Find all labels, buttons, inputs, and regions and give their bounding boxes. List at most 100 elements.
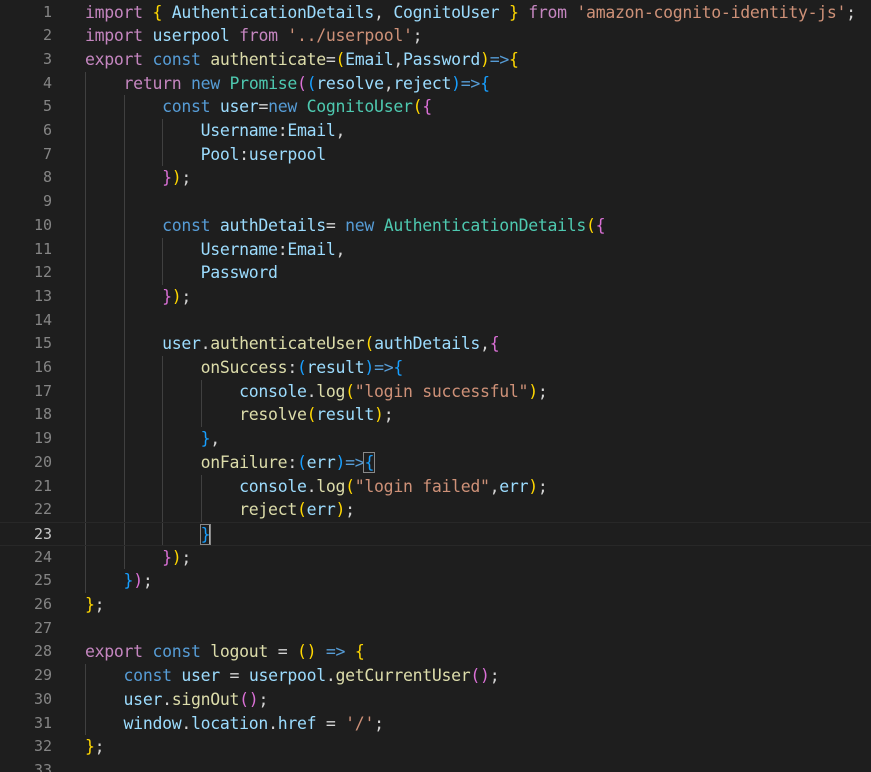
code-text[interactable]: import userpool from '../userpool'; (85, 24, 423, 48)
code-line[interactable]: 26}; (0, 593, 871, 617)
code-text[interactable]: return new Promise((resolve,reject)=>{ (85, 72, 490, 96)
code-text[interactable]: }); (85, 166, 191, 190)
code-text[interactable]: }; (85, 593, 105, 617)
code-line[interactable]: 29 const user = userpool.getCurrentUser(… (0, 664, 871, 688)
code-line[interactable]: 27 (0, 617, 871, 641)
code-editor[interactable]: 1 import { AuthenticationDetails, Cognito… (0, 0, 871, 772)
code-text[interactable]: console.log("login successful"); (85, 380, 548, 404)
code-line[interactable]: 21 console.log("login failed",err); (0, 475, 871, 499)
code-line[interactable]: 4 return new Promise((resolve,reject)=>{ (0, 72, 871, 96)
code-line[interactable]: 31 window.location.href = '/'; (0, 712, 871, 736)
code-token: Pool (200, 144, 240, 164)
code-line[interactable]: 6 Username:Email, (0, 119, 871, 143)
code-token: ( (364, 334, 375, 354)
code-token: ; (345, 500, 355, 520)
line-number: 32 (33, 737, 52, 756)
code-line[interactable]: 14 (0, 309, 871, 333)
code-text[interactable]: } (85, 523, 212, 547)
code-text[interactable]: user.authenticateUser(authDetails,{ (85, 332, 500, 356)
code-line[interactable]: 8 }); (0, 166, 871, 190)
code-token: onSuccess (200, 358, 288, 377)
code-text[interactable]: window.location.href = '/'; (85, 712, 384, 736)
code-text[interactable]: const authDetails= new AuthenticationDet… (85, 214, 606, 238)
code-token: onFailure (200, 452, 288, 472)
code-text[interactable]: Username:Email, (85, 119, 346, 143)
code-line[interactable]: 32}; (0, 735, 871, 759)
line-number: 16 (33, 358, 52, 376)
code-text[interactable]: Username:Email, (85, 238, 346, 262)
code-line[interactable]: 1 import { AuthenticationDetails, Cognito… (0, 1, 871, 25)
code-text[interactable]: }, (85, 427, 221, 451)
code-text[interactable]: }); (85, 569, 153, 593)
code-text[interactable]: import { AuthenticationDetails, CognitoU… (85, 1, 856, 25)
code-line[interactable]: 11 Username:Email, (0, 238, 871, 262)
code-line[interactable]: 22 reject(err); (0, 498, 871, 522)
code-token: = (268, 642, 297, 662)
code-line[interactable]: 20 onFailure:(err)=>{ (0, 451, 871, 475)
code-token: ; (181, 168, 191, 188)
code-line[interactable]: 7 Pool:userpool (0, 143, 871, 167)
code-token: = (325, 49, 336, 69)
code-text[interactable]: onFailure:(err)=>{ (85, 451, 376, 475)
code-text[interactable]: resolve(result); (85, 403, 393, 427)
code-line[interactable]: 18 resolve(result); (0, 403, 871, 427)
code-token: result (316, 405, 375, 425)
code-token: , (383, 73, 394, 93)
code-token: . (162, 689, 172, 709)
line-number: 31 (33, 713, 52, 732)
code-line[interactable]: 3 export const authenticate=(Email,Passwo… (0, 48, 871, 72)
code-text[interactable]: export const authenticate=(Email,Passwor… (85, 48, 519, 72)
code-line[interactable]: 33 (0, 759, 871, 772)
code-line[interactable]: 13 }); (0, 285, 871, 309)
code-token: = (316, 713, 346, 733)
code-text[interactable]: reject(err); (85, 498, 355, 522)
code-text[interactable]: const user=new CognitoUser({ (85, 95, 432, 119)
code-line[interactable]: 24 }); (0, 546, 871, 570)
code-token: { (152, 2, 163, 22)
code-line[interactable]: 28 export const logout = () => { (0, 640, 871, 664)
code-line[interactable]: 30 user.signOut(); (0, 688, 871, 712)
code-token: { (393, 358, 403, 377)
code-token: new (268, 97, 297, 117)
code-line[interactable]: 19 }, (0, 427, 871, 451)
code-text[interactable]: export const logout = () => { (85, 640, 365, 664)
code-text[interactable]: Password (85, 261, 278, 285)
code-token: ; (181, 547, 191, 567)
code-token: ( (296, 358, 307, 377)
code-line[interactable]: 25 }); (0, 569, 871, 593)
code-line[interactable]: 5 const user=new CognitoUser({ (0, 95, 871, 119)
code-token: "login successful" (354, 381, 529, 401)
code-line[interactable]: 17 console.log("login successful"); (0, 380, 871, 404)
code-token: ) (528, 476, 538, 496)
code-token: ( (306, 405, 317, 425)
code-text[interactable]: console.log("login failed",err); (85, 475, 548, 499)
code-text[interactable]: }; (85, 735, 105, 759)
line-number: 19 (33, 429, 52, 448)
code-line[interactable]: 9 (0, 190, 871, 214)
code-line[interactable]: 23 } (0, 521, 871, 547)
code-text[interactable]: Pool:userpool (85, 143, 327, 167)
code-line[interactable]: 16 onSuccess:(result)=>{ (0, 356, 871, 380)
code-token: new (191, 73, 220, 93)
code-line[interactable]: 15 user.authenticateUser(authDetails,{ (0, 332, 871, 356)
code-token: reject (393, 73, 452, 93)
code-text[interactable]: onSuccess:(result)=>{ (85, 356, 404, 380)
code-line[interactable]: 10 const authDetails= new Authentication… (0, 214, 871, 238)
code-line[interactable]: 12 Password (0, 261, 871, 285)
code-token: authenticate (210, 49, 326, 69)
line-number: 10 (33, 215, 52, 234)
code-token: 'amazon-cognito-identity-js' (576, 2, 847, 22)
code-text[interactable]: }); (85, 285, 191, 309)
code-text[interactable]: user.signOut(); (85, 688, 269, 712)
code-text[interactable]: }); (85, 546, 191, 570)
code-token: ) (335, 500, 346, 520)
code-text[interactable]: const user = userpool.getCurrentUser(); (85, 664, 500, 688)
code-line[interactable]: 2 import userpool from '../userpool'; (0, 24, 871, 48)
code-token: console (239, 381, 307, 401)
